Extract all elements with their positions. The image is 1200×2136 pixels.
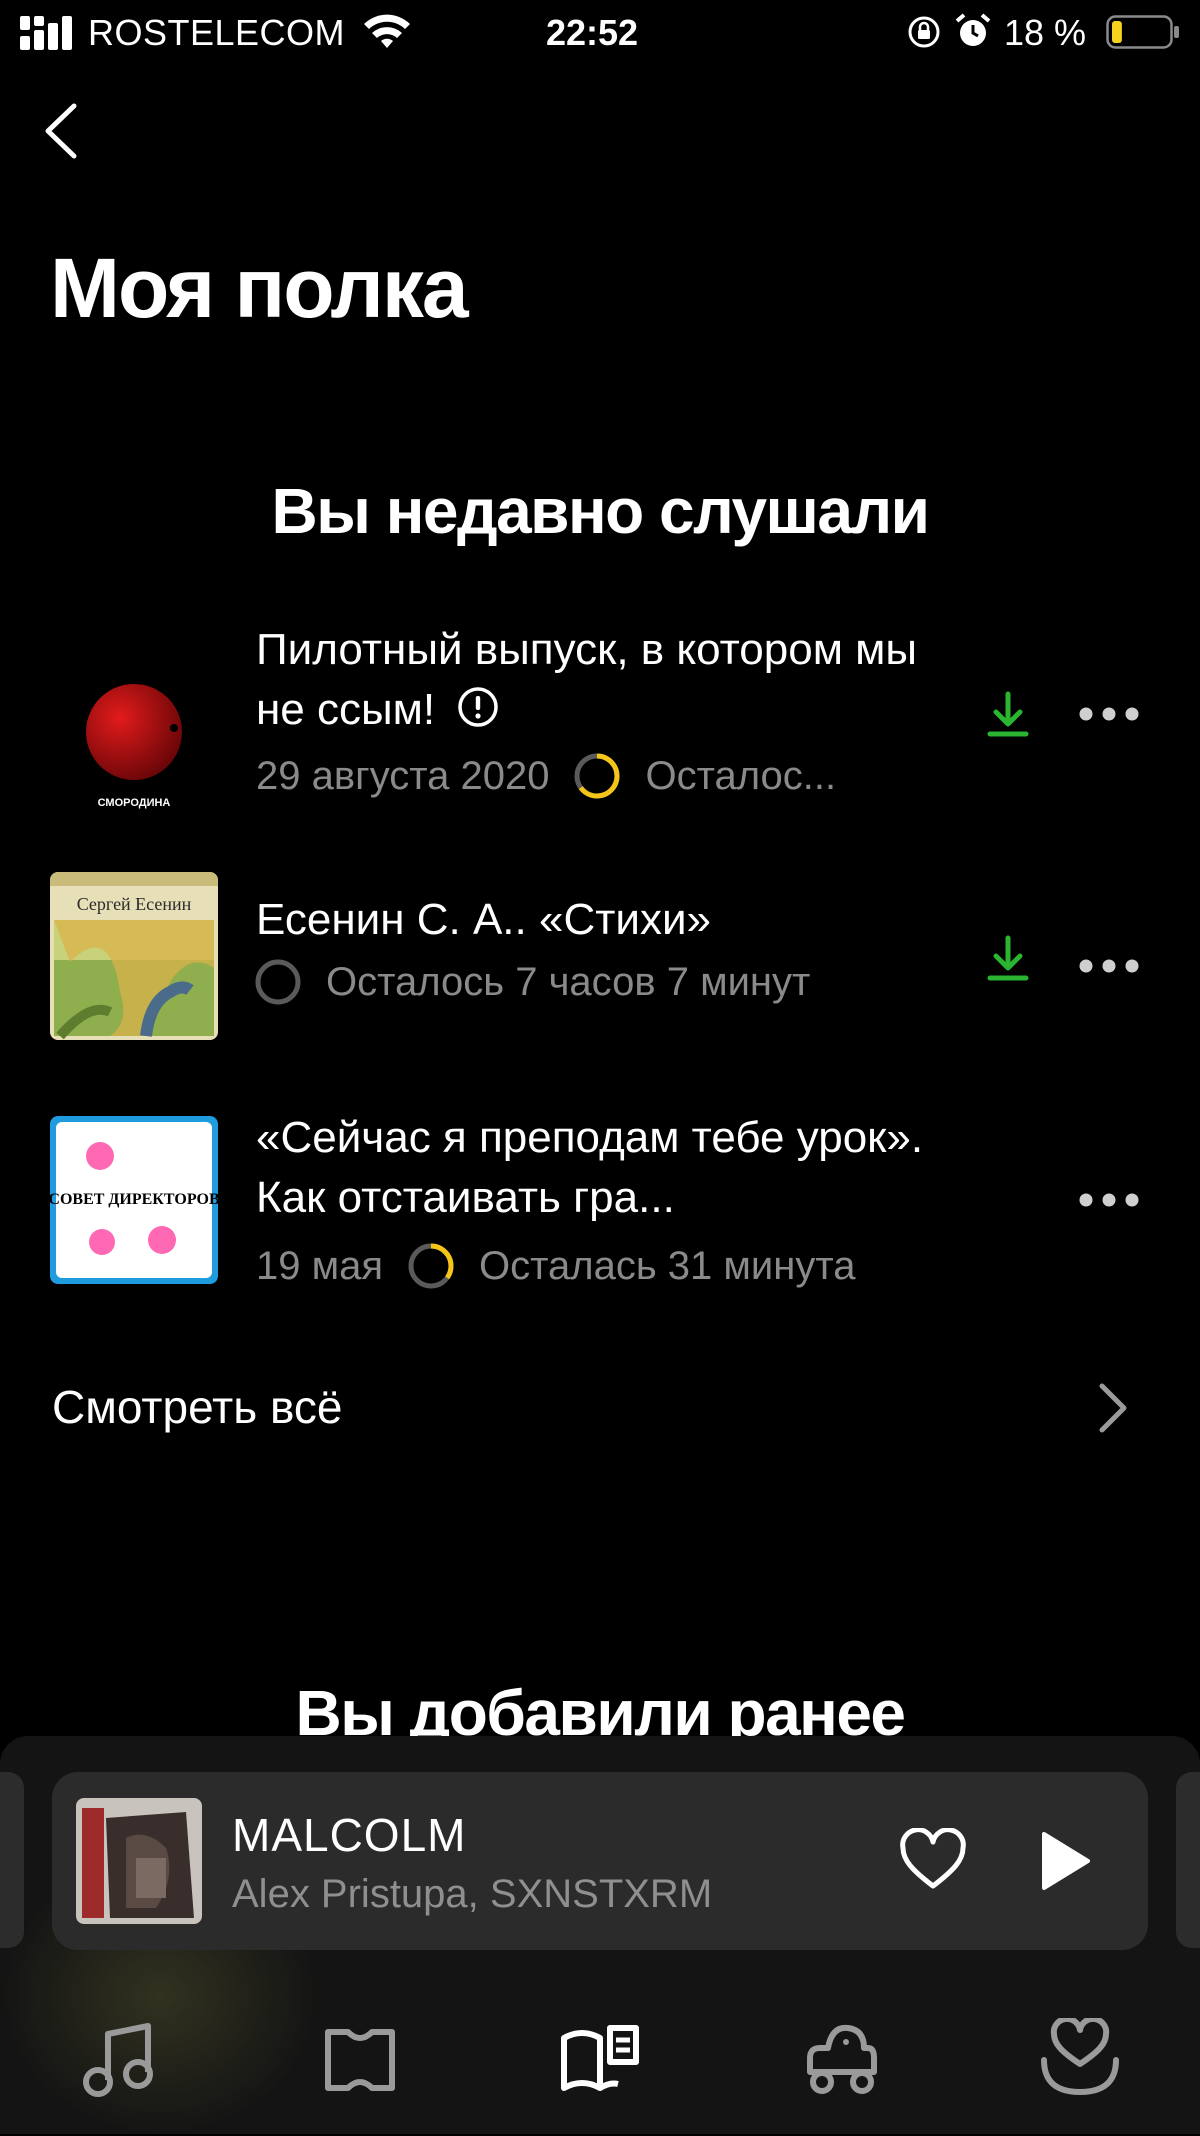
carrier-name: ROSTELECOM [88, 12, 346, 53]
see-all-row[interactable]: Смотреть всё [0, 1374, 1200, 1444]
more-icon[interactable] [1076, 1190, 1142, 1210]
item-title: Есенин С. А.. «Стихи» [256, 895, 711, 944]
item-title: «Сейчас я преподам тебе урок». Как отста… [256, 1113, 924, 1222]
section-title-added: Вы добавили ранее [295, 1677, 907, 1736]
item-remaining: Осталось 7 часов 7 минут [326, 959, 811, 1004]
rotation-lock-icon [908, 16, 940, 48]
item-date: 19 мая [256, 1243, 384, 1288]
tab-bar [0, 2000, 1200, 2134]
previous-track-card[interactable] [0, 1772, 24, 1948]
heart-tab-icon[interactable] [1038, 2018, 1122, 2102]
more-icon[interactable] [1076, 704, 1142, 724]
item-remaining: Осталос... [645, 753, 837, 798]
signal-icon [20, 16, 72, 50]
podcast-cover: СОВЕТ ДИРЕКТОРОВ [50, 1116, 218, 1284]
section-title-recent: Вы недавно слушали [271, 475, 930, 547]
download-done-icon [987, 935, 1029, 981]
item-title: Пилотный выпуск, в котором мы не ссым! [256, 625, 918, 734]
podcast-cover: СМОРОДИНА [50, 664, 218, 832]
mini-player[interactable]: MALCOLM Alex Pristupa, SXNSTXRM [52, 1772, 1148, 1950]
kids-car-icon[interactable] [798, 2018, 882, 2102]
chevron-left-icon[interactable] [38, 100, 86, 162]
explicit-icon [458, 687, 499, 727]
cover-caption: Сергей Есенин [77, 894, 192, 914]
alarm-icon [955, 13, 991, 46]
track-cover [76, 1798, 202, 1924]
track-artist: Alex Pristupa, SXNSTXRM [232, 1872, 713, 1916]
list-item[interactable]: Сергей Есенин Есенин С. А.. «Стихи» Оста… [0, 860, 1200, 1050]
progress-ring [255, 959, 301, 1005]
download-done-icon [987, 691, 1029, 737]
music-note-icon[interactable] [78, 2018, 162, 2102]
item-meta: 19 мая Осталась 31 минута [256, 1240, 855, 1292]
cover-caption: СОВЕТ ДИРЕКТОРОВ [50, 1191, 218, 1208]
chevron-right-icon [1099, 1383, 1127, 1433]
item-meta: 29 августа 2020 Осталос... [256, 750, 836, 802]
heart-icon[interactable] [898, 1828, 968, 1892]
play-icon[interactable] [1036, 1830, 1092, 1892]
progress-ring [408, 1243, 454, 1289]
list-item[interactable]: СОВЕТ ДИРЕКТОРОВ «Сейчас я преподам тебе… [0, 1100, 1200, 1300]
next-track-card[interactable] [1176, 1772, 1200, 1948]
book-icon[interactable] [558, 2018, 642, 2102]
battery-percent: 18 % [1004, 12, 1087, 53]
list-item[interactable]: СМОРОДИНА Пилотный выпуск, в котором мы … [0, 600, 1200, 832]
progress-ring [574, 753, 620, 799]
more-icon[interactable] [1076, 956, 1142, 976]
track-title: MALCOLM [232, 1809, 467, 1861]
see-all-label: Смотреть всё [52, 1381, 343, 1433]
item-remaining: Осталась 31 минута [479, 1243, 856, 1288]
item-meta: Осталось 7 часов 7 минут [252, 956, 810, 1008]
item-date: 29 августа 2020 [256, 753, 550, 798]
wifi-icon [364, 14, 410, 48]
status-bar: ROSTELECOM 22:52 18 % [0, 0, 1200, 66]
page-title: Моя полка [50, 241, 469, 335]
battery-icon [1106, 15, 1179, 49]
audiobook-cover: Сергей Есенин [50, 872, 218, 1040]
clock: 22:52 [546, 12, 639, 53]
cover-caption: СМОРОДИНА [98, 797, 171, 809]
map-icon[interactable] [318, 2018, 402, 2102]
